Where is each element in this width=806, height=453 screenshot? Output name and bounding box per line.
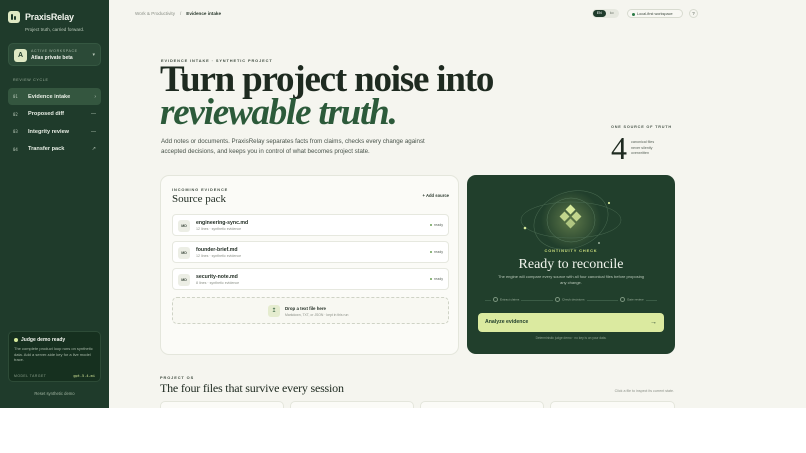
markdown-file-icon: MD (178, 247, 190, 259)
dash-icon: — (91, 128, 96, 135)
breadcrumb-current: Evidence intake (186, 11, 222, 16)
hero-subtitle: Add notes or documents. PraxisRelay sepa… (161, 138, 425, 155)
workspace-name: Atlas private beta (31, 55, 73, 61)
brand-logo[interactable]: PraxisRelay (8, 11, 74, 23)
step-check-decisions: Check decisions (553, 297, 587, 303)
sidebar: PraxisRelay Project truth, carried forwa… (0, 0, 109, 408)
step-extract-claims: Extract claims (491, 297, 522, 303)
nav-label: Integrity review (28, 128, 70, 135)
reconcile-orbit-icon (520, 190, 622, 250)
sidebar-item-integrity-review[interactable]: 03 Integrity review — (8, 123, 101, 140)
source-file-row[interactable]: MD security-note.md 8 lines · synthetic … (172, 268, 449, 290)
file-drop-zone[interactable]: ↥ Drop a text file here Markdown, TXT, o… (172, 297, 449, 324)
judge-title: Judge demo ready (21, 337, 66, 343)
canonical-file-card[interactable] (290, 401, 414, 408)
model-target-value: gpt-5.4-mi (73, 374, 95, 378)
continuity-check-panel: CONTINUITY CHECK Ready to reconcile The … (467, 175, 675, 354)
analyze-button-label: Analyze evidence (485, 319, 529, 325)
local-workspace-badge[interactable]: Local-first workspace (627, 9, 683, 18)
nav-number: 04 (13, 146, 18, 152)
logo-icon (8, 11, 20, 23)
help-button[interactable]: ? (689, 9, 698, 18)
canonical-file-card[interactable] (420, 401, 544, 408)
file-status: ready (430, 250, 443, 254)
brand-tagline: Project truth, carried forward. (25, 27, 85, 32)
chevron-right-icon: › (94, 93, 96, 100)
source-pack-panel: INCOMING EVIDENCE Source pack + Add sour… (160, 175, 459, 355)
source-file-row[interactable]: MD founder-brief.md 12 lines · synthetic… (172, 241, 449, 263)
stat-note: canonical files never silently overwritt… (631, 140, 655, 156)
check-steps: Extract claims Check decisions Gate revi… (485, 297, 657, 303)
breadcrumb-parent[interactable]: Work & Productivity (135, 11, 175, 16)
drop-zone-subtitle: Markdown, TXT, or JSON · kept in this ru… (285, 313, 349, 317)
review-cycle-nav: 01 Evidence intake › 02 Proposed diff — … (8, 88, 101, 158)
language-toggle: EN ko (592, 9, 619, 18)
check-subtitle: The engine will compare every source wit… (497, 274, 645, 285)
review-cycle-label: REVIEW CYCLE (13, 78, 49, 82)
breadcrumb: Work & Productivity / Evidence intake (135, 11, 221, 16)
upload-icon: ↥ (268, 305, 280, 317)
breadcrumb-separator: / (180, 11, 182, 16)
sidebar-item-evidence-intake[interactable]: 01 Evidence intake › (8, 88, 101, 105)
source-file-row[interactable]: MD engineering-sync.md 12 lines · synthe… (172, 214, 449, 236)
model-target-label: MODEL TARGET (14, 374, 47, 378)
lang-ko-button[interactable]: ko (606, 10, 619, 17)
project-os-title: The four files that survive every sessio… (160, 381, 344, 395)
drop-zone-title: Drop a text file here (285, 306, 326, 311)
chevron-down-icon: ▾ (92, 52, 95, 58)
workspace-label: ACTIVE WORKSPACE (31, 49, 78, 53)
file-status: ready (430, 277, 443, 281)
arrow-right-icon: → (650, 319, 657, 326)
canonical-file-card[interactable] (550, 401, 675, 408)
page-margin (0, 408, 806, 453)
external-arrow-icon: ↗ (91, 146, 96, 152)
file-name: security-note.md (196, 274, 238, 280)
workspace-avatar: A (14, 49, 27, 62)
project-os-eyebrow: PROJECT OS (160, 375, 195, 380)
source-pack-eyebrow: INCOMING EVIDENCE (172, 187, 229, 192)
nav-number: 03 (13, 129, 18, 134)
check-eyebrow: CONTINUITY CHECK (544, 248, 598, 253)
nav-label: Evidence intake (28, 93, 71, 100)
hero-title-line2: reviewable truth. (160, 92, 398, 133)
canonical-file-card[interactable] (160, 401, 284, 408)
check-title: Ready to reconcile (518, 257, 624, 272)
dash-icon: — (91, 111, 96, 117)
app-window: PraxisRelay Project truth, carried forwa… (0, 0, 806, 408)
markdown-file-icon: MD (178, 220, 190, 232)
judge-status-card: Judge demo ready The complete product lo… (8, 331, 101, 382)
file-meta: 12 lines · synthetic evidence (196, 254, 242, 258)
step-gate-review: Gate review (618, 297, 646, 303)
nav-label: Transfer pack (28, 146, 65, 152)
file-name: engineering-sync.md (196, 220, 249, 226)
sidebar-item-proposed-diff[interactable]: 02 Proposed diff — (8, 106, 101, 123)
markdown-file-icon: MD (178, 274, 190, 286)
file-status: ready (430, 223, 443, 227)
nav-label: Proposed diff (28, 111, 65, 117)
stat-label: ONE SOURCE OF TRUTH (611, 125, 672, 129)
file-meta: 12 lines · synthetic evidence (196, 227, 242, 231)
truth-stat: ONE SOURCE OF TRUTH 4 canonical files ne… (611, 125, 672, 164)
analyze-evidence-button[interactable]: Analyze evidence → (478, 313, 664, 332)
file-meta: 8 lines · synthetic evidence (196, 281, 240, 285)
workspace-switcher[interactable]: A ACTIVE WORKSPACE Atlas private beta ▾ (8, 43, 101, 66)
status-dot-icon (14, 338, 18, 342)
add-source-button[interactable]: + Add source (423, 193, 450, 198)
nav-number: 01 (13, 94, 18, 99)
source-pack-title: Source pack (172, 193, 227, 205)
brand-name: PraxisRelay (25, 12, 74, 22)
judge-description: The complete product loop runs on synthe… (14, 346, 93, 362)
check-footnote: Deterministic judge demo · no key is on … (535, 336, 607, 340)
nav-number: 02 (13, 111, 18, 117)
project-os-hint: Click a file to inspect its current stat… (614, 389, 674, 393)
hero-title: Turn project noise into reviewable truth… (160, 61, 494, 133)
sidebar-item-transfer-pack[interactable]: 04 Transfer pack ↗ (8, 141, 101, 158)
reset-demo-link[interactable]: Reset synthetic demo (0, 391, 109, 396)
lang-en-button[interactable]: EN (593, 10, 606, 17)
file-name: founder-brief.md (196, 247, 238, 253)
stat-value: 4 (611, 130, 627, 166)
